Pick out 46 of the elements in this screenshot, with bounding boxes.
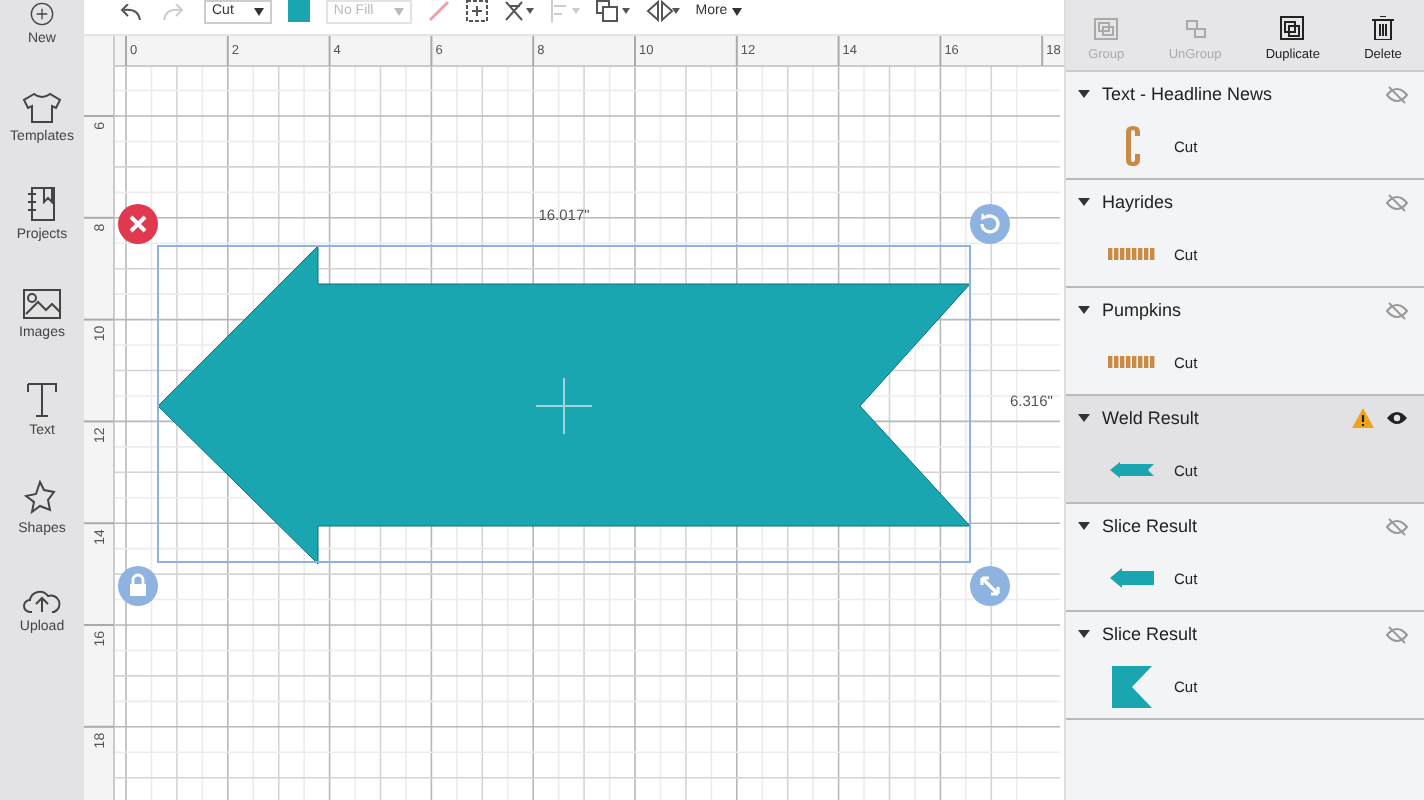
eye-icon[interactable] — [1386, 410, 1408, 426]
image-icon — [22, 288, 62, 320]
layer-name: Text - Headline News — [1102, 84, 1275, 104]
hidden-eye-icon[interactable] — [1386, 301, 1408, 319]
select-icon[interactable] — [465, 0, 488, 22]
caret-icon — [253, 7, 264, 15]
collapse-caret-icon[interactable] — [1078, 306, 1090, 314]
no-fill-swatch-icon[interactable] — [427, 0, 450, 22]
word-art-thumbnail — [1108, 356, 1156, 368]
duplicate-icon — [1280, 16, 1305, 40]
collapse-caret-icon[interactable] — [1078, 90, 1090, 98]
collapse-caret-icon[interactable] — [1078, 630, 1090, 638]
arrow-thumbnail — [1110, 568, 1154, 588]
hidden-eye-icon[interactable] — [1386, 517, 1408, 535]
crosshair-icon — [535, 377, 593, 435]
color-swatch[interactable] — [287, 0, 310, 22]
shirt-icon — [22, 92, 62, 124]
word-art-thumbnail — [1108, 248, 1156, 260]
shapes-icon — [24, 480, 60, 516]
group-icon — [1094, 18, 1119, 40]
delete-icon[interactable] — [118, 204, 158, 244]
undo-icon[interactable] — [116, 3, 144, 19]
flip-icon[interactable] — [645, 0, 680, 22]
collapse-caret-icon[interactable] — [1078, 414, 1090, 422]
cloud-upload-icon — [22, 586, 62, 614]
hidden-eye-icon[interactable] — [1386, 193, 1408, 211]
collapse-caret-icon[interactable] — [1078, 198, 1090, 206]
collapse-caret-icon[interactable] — [1078, 522, 1090, 530]
arrange-icon[interactable] — [595, 0, 630, 22]
layer-name: Weld Result — [1102, 408, 1201, 428]
hidden-eye-icon[interactable] — [1386, 625, 1408, 643]
hidden-eye-icon[interactable] — [1386, 85, 1408, 103]
ungroup-icon — [1183, 18, 1207, 40]
text-icon — [26, 382, 58, 418]
layer-name: Slice Result — [1102, 624, 1200, 644]
caret-icon — [731, 7, 742, 15]
notebook-icon — [26, 186, 58, 222]
layer-name: Pumpkins — [1102, 300, 1184, 320]
trash-icon — [1372, 16, 1394, 40]
edit-icon[interactable] — [503, 0, 534, 22]
flag-thumbnail — [1112, 665, 1152, 707]
layer-name: Slice Result — [1102, 516, 1200, 536]
caret-icon — [393, 7, 404, 15]
layer-name: Hayrides — [1102, 192, 1176, 212]
letter-thumbnail — [1123, 126, 1141, 166]
arrow-thumbnail — [1110, 462, 1154, 478]
